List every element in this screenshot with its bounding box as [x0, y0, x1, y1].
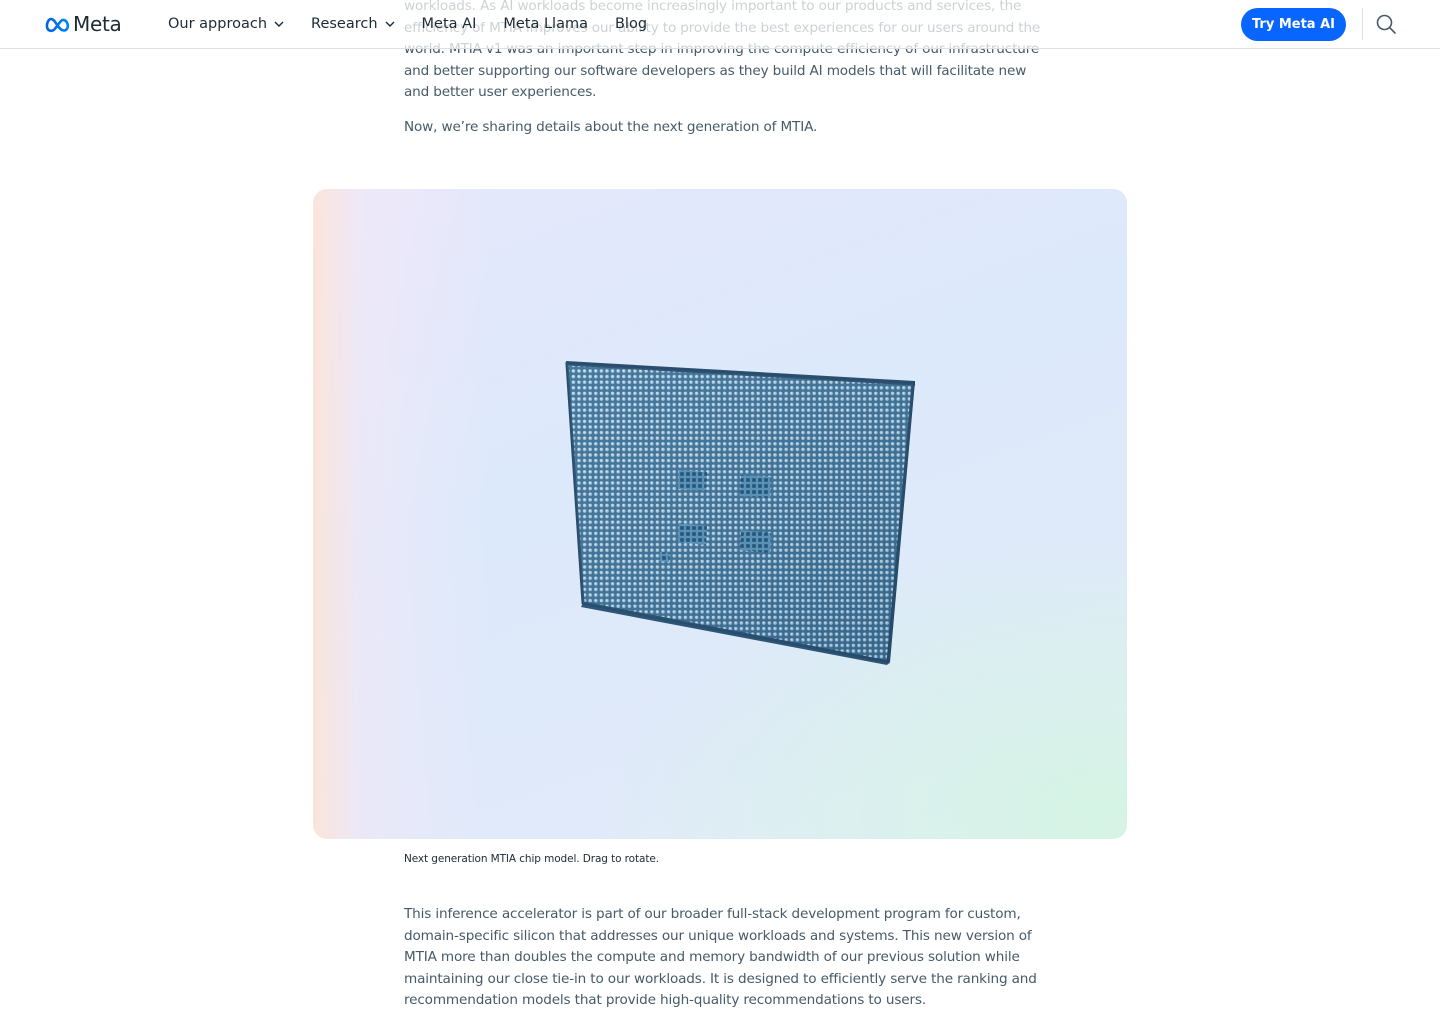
try-meta-ai-button[interactable]: Try Meta AI [1241, 8, 1346, 41]
nav-meta-ai[interactable]: Meta AI [422, 16, 477, 32]
figure-caption: Next generation MTIA chip model. Drag to… [404, 853, 659, 865]
nav-blog[interactable]: Blog [615, 16, 647, 32]
chip-pad-cluster [740, 475, 771, 498]
nav-label: Blog [614, 16, 648, 32]
meta-wordmark: Meta [73, 12, 122, 36]
top-navigation: Meta Our approach Research Meta AI Meta … [0, 0, 1440, 49]
nav-divider [1362, 8, 1363, 40]
chip-pad-cluster [740, 530, 771, 553]
article-paragraph: Now, we’re sharing details about the nex… [404, 119, 818, 135]
meta-infinity-icon [45, 17, 70, 32]
nav-label: Our approach [168, 16, 268, 32]
nav-label: Meta AI [421, 16, 477, 32]
chevron-down-icon [385, 21, 395, 27]
nav-meta-llama[interactable]: Meta Llama [503, 16, 588, 32]
nav-label: Research [311, 16, 378, 32]
chip-3d-viewer[interactable] [313, 189, 1127, 839]
search-icon [1376, 14, 1396, 34]
primary-nav: Our approach Research Meta AI Meta Llama… [168, 0, 674, 48]
meta-logo[interactable]: Meta [45, 12, 122, 36]
chip-model [565, 361, 915, 665]
article-paragraph: This inference accelerator is part of ou… [404, 906, 1037, 1009]
nav-label: Meta Llama [503, 16, 588, 32]
nav-our-approach[interactable]: Our approach [168, 16, 284, 32]
chip-pad-cluster [659, 552, 670, 562]
nav-research[interactable]: Research [311, 16, 395, 32]
chip-pad-cluster [678, 470, 707, 491]
chevron-down-icon [274, 21, 284, 27]
chip-pad-cluster [678, 523, 707, 545]
search-button[interactable] [1374, 12, 1398, 36]
